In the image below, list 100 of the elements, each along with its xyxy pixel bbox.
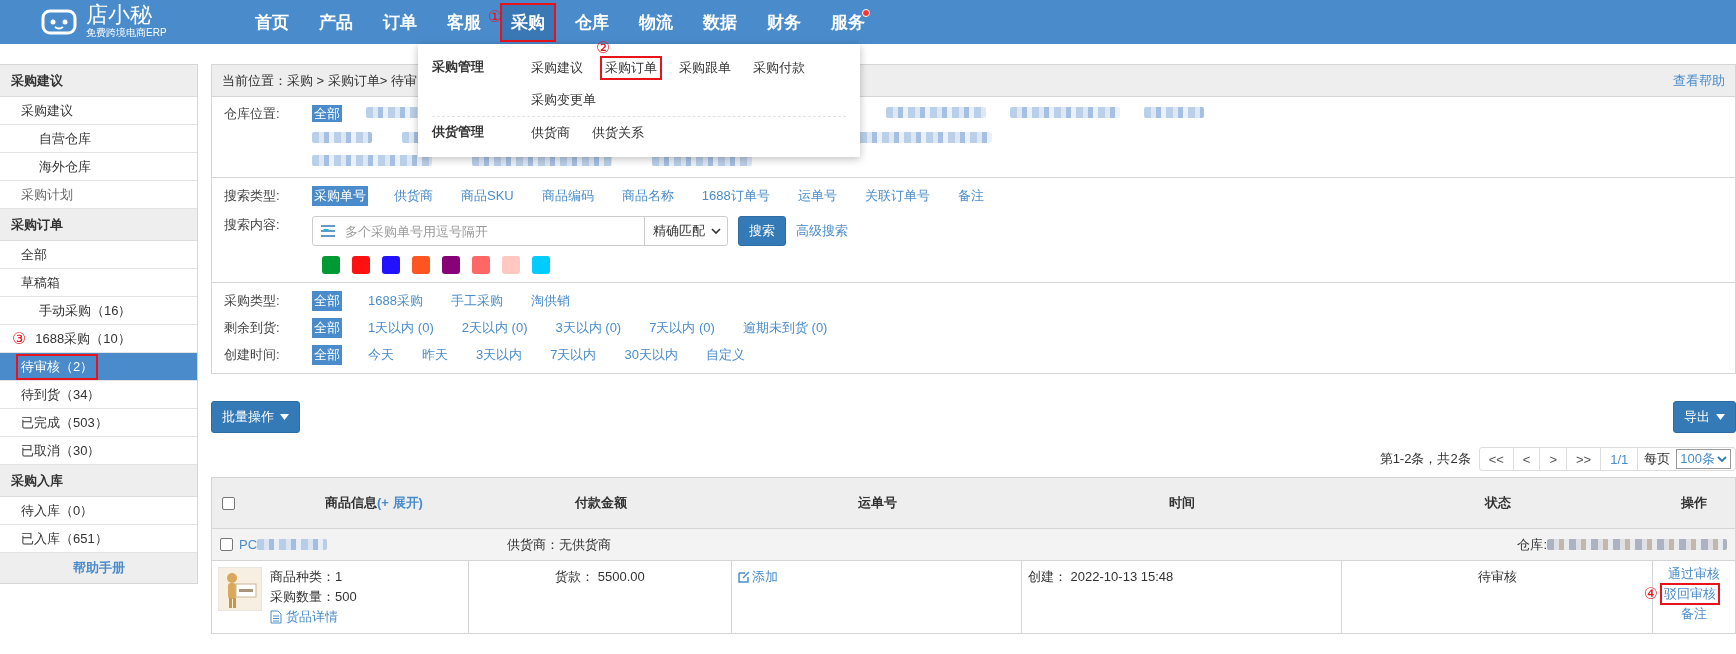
action-link[interactable]: 备注 [1681,605,1707,623]
nav-tab[interactable]: 财务 [758,4,810,40]
search-type-option[interactable]: 运单号 [795,186,839,206]
help-link[interactable]: 查看帮助 [1673,71,1725,90]
filter-option[interactable]: 手工采购 [448,291,505,311]
search-field[interactable]: 多个采购单号用逗号隔开 精确匹配 [312,216,728,246]
filter-option[interactable]: 2天以内 (0) [459,318,530,338]
menu-item[interactable]: 采购跟单 [676,58,734,78]
callout-number: ④ [1643,586,1659,602]
nav-tab[interactable]: 仓库 [566,4,618,40]
page-summary: 第1-2条，共2条 [1379,450,1471,468]
nav-tab[interactable]: 数据 [694,4,746,40]
page-button[interactable]: << [1479,448,1514,470]
filter-option[interactable]: 全部 [312,291,342,311]
filter-option[interactable]: 自定义 [703,345,747,365]
action-link[interactable]: 通过审核 [1668,565,1720,583]
action-link[interactable]: 驳回审核 [1662,585,1719,603]
sidebar-label: 采购建议 [20,101,74,120]
filter-option[interactable]: 3天以内 (0) [553,318,624,338]
search-type-option[interactable]: 商品SKU [459,186,516,206]
add-tracking-link[interactable]: 添加 [752,567,778,587]
sidebar-label: 已入库（651） [20,529,109,548]
filter-option[interactable]: 7天以内 [548,345,599,365]
sidebar-heading: 采购建议 [0,65,197,97]
nav-tab[interactable]: 服务 [822,4,874,40]
sidebar-label: 手动采购（16） [38,301,133,320]
breadcrumb: 当前位置：采购 > 采购订单> 待审 [222,71,418,90]
payment-amount: 货款： 5500.00 [554,568,646,586]
sidebar-label: 待到货（34） [20,385,102,404]
search-type-option[interactable]: 商品编码 [539,186,596,206]
nav-tab[interactable]: 产品 [310,4,362,40]
column-header: 商品信息(+ 展开) [212,494,469,512]
product-kinds: 商品种类：1 [270,568,344,586]
expand-link[interactable]: (+ 展开) [377,494,423,512]
filter-option[interactable]: 1天以内 (0) [366,318,436,338]
menu-item[interactable]: 采购变更单 [528,90,599,110]
order-number-link[interactable]: PC [239,537,258,552]
search-type-option[interactable]: 采购单号 [312,186,368,206]
per-page-select[interactable]: 100条 [1676,449,1731,469]
sidebar-label: 待审核（2） [18,355,97,378]
search-type-option[interactable]: 关联订单号 [862,186,932,206]
filter-option[interactable]: 全部 [312,105,342,122]
sidebar-label: 草稿箱 [20,273,61,292]
sidebar-item[interactable]: 待审核（2） [0,353,197,381]
filter-option[interactable]: 全部 [312,318,342,338]
nav-tab[interactable]: 客服 [438,4,490,40]
sidebar-label: 全部 [20,245,48,264]
help-manual-link[interactable]: 帮助手册 [0,553,197,583]
search-button[interactable]: 搜索 [738,216,786,246]
page-button[interactable]: < [1513,448,1541,470]
filter-option[interactable]: 30天以内 [622,345,680,365]
column-header: 运单号 [856,494,898,512]
filter-option[interactable]: 全部 [312,345,342,365]
filter-option[interactable]: 逾期未到货 (0) [740,318,830,338]
sidebar-label: 海外仓库 [38,157,92,176]
page-button[interactable]: >> [1567,448,1602,470]
page-indicator: 1/1 [1601,448,1639,470]
search-type-option[interactable]: 供货商 [392,186,435,206]
page-button[interactable]: > [1540,448,1568,470]
column-header: 操作 [1680,494,1708,512]
sidebar-label: 自营仓库 [38,129,92,148]
search-type-option[interactable]: 备注 [955,186,986,206]
sidebar-label: 采购计划 [20,185,74,204]
filter-label: 仓库位置: [224,105,281,123]
purchase-quantity: 采购数量：500 [270,588,357,606]
filter-option[interactable]: 7天以内 (0) [647,318,717,338]
column-header: 状态 [1483,494,1512,512]
filter-label: 剩余到货: [224,319,281,337]
filter-option[interactable]: 今天 [366,345,396,365]
batch-actions-button[interactable]: 批量操作 [211,401,300,433]
logo-tagline: 免费跨境电商ERP [86,26,167,40]
filter-option[interactable]: 1688采购 [366,291,425,311]
menu-item[interactable]: 采购建议 [528,58,586,78]
filter-label: 采购类型: [224,292,281,310]
supplier: 供货商：无供货商 [507,535,612,554]
filter-option[interactable]: 淘供销 [528,291,572,311]
column-header: 时间 [1168,494,1196,512]
search-type-option[interactable]: 1688订单号 [699,186,772,206]
filter-label: 搜索类型: [224,187,281,205]
status: 待审核 [1476,568,1518,586]
nav-tab[interactable]: 采购 [502,4,554,40]
menu-item[interactable]: 采购付款 [750,58,808,78]
filter-option[interactable]: 昨天 [420,345,450,365]
details-link[interactable]: 货品详情 [286,607,338,627]
sidebar-label: 已取消（30） [20,441,102,460]
nav-tab[interactable]: 物流 [630,4,682,40]
nav-tab[interactable]: 首页 [246,4,298,40]
filter-label: 搜索内容: [224,216,281,234]
filter-option[interactable]: 3天以内 [474,345,525,365]
sidebar-label: 1688采购（10） [34,329,132,348]
match-select[interactable]: 精确匹配 [644,217,727,245]
export-button[interactable]: 导出 [1673,401,1736,433]
nav-tab[interactable]: 订单 [374,4,426,40]
menu-item[interactable]: 供货商 [528,123,573,143]
sidebar-label: 待入库（0） [20,501,95,520]
menu-item[interactable]: 供货关系 [589,123,647,143]
advanced-search-link[interactable]: 高级搜索 [796,222,848,240]
callout-number: ② [596,40,611,56]
search-type-option[interactable]: 商品名称 [619,186,676,206]
filter-label: 创建时间: [224,346,281,364]
